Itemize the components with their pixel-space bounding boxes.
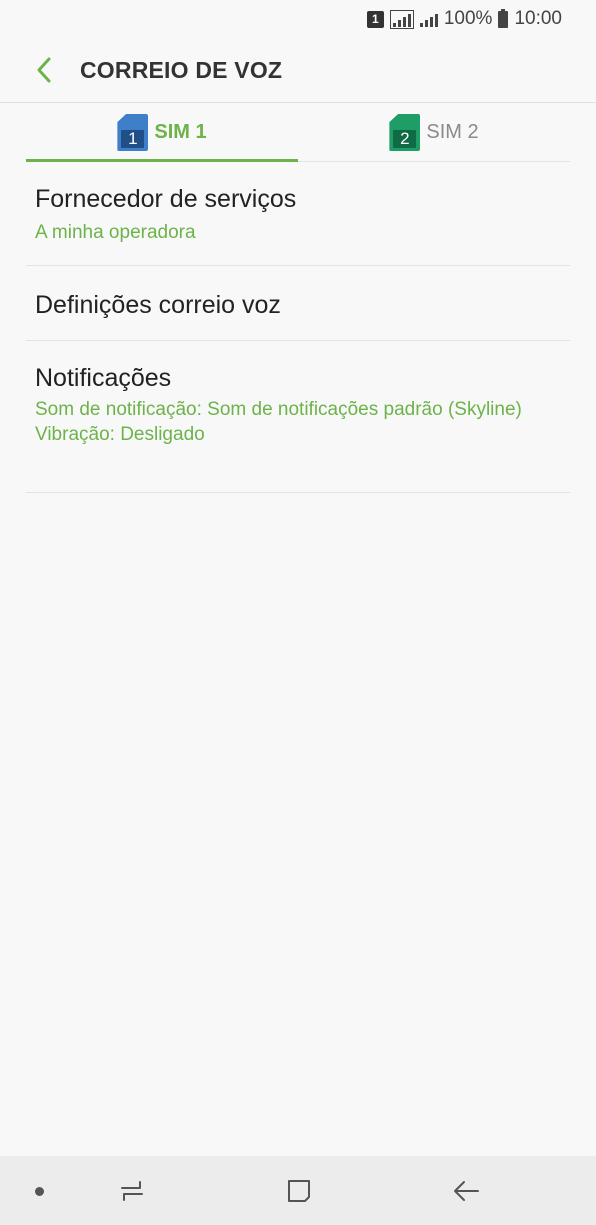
tab-sim-2[interactable]: 2 SIM 2 (298, 104, 570, 161)
list-item-voicemail-settings[interactable]: Definições correio voz (26, 266, 570, 341)
status-bar: 1 100% 10:00 (0, 0, 596, 38)
sim-1-icon: 1 (366, 10, 384, 28)
signal-sim1-icon (389, 9, 414, 29)
tab-label: SIM 1 (154, 121, 207, 143)
dot-indicator-icon[interactable] (35, 1187, 44, 1196)
home-icon (288, 1180, 310, 1202)
clock: 10:00 (514, 8, 562, 29)
sim-card-icon: 2 (389, 114, 421, 151)
list-item-title: Fornecedor de serviços (35, 185, 297, 213)
tab-label: SIM 2 (426, 121, 479, 143)
battery-percent: 100% (443, 8, 493, 29)
back-arrow-icon (454, 1181, 479, 1201)
back-button[interactable] (30, 56, 58, 84)
list-item-notifications[interactable]: Notificações Som de notificação: Som de … (26, 341, 570, 493)
list-item-title: Definições correio voz (35, 291, 281, 319)
chevron-left-icon (37, 57, 51, 83)
list-item-subtitle: Vibração: Desligado (35, 424, 205, 445)
tab-sim-1[interactable]: 1 SIM 1 (26, 104, 298, 162)
list-item-service-provider[interactable]: Fornecedor de serviços A minha operadora (26, 162, 570, 266)
back-nav-button[interactable] (451, 1176, 481, 1206)
page-title: CORREIO DE VOZ (80, 56, 283, 83)
signal-sim2-icon (419, 11, 438, 27)
navigation-bar (0, 1156, 596, 1225)
list-item-subtitle: Som de notificação: Som de notificações … (35, 399, 522, 420)
list-item-subtitle: A minha operadora (35, 222, 196, 243)
battery-icon (498, 8, 509, 28)
recent-apps-icon (121, 1181, 143, 1201)
settings-list: Fornecedor de serviços A minha operadora… (26, 162, 570, 493)
list-item-title: Notificações (35, 364, 172, 392)
app-bar: CORREIO DE VOZ (0, 38, 596, 103)
home-button[interactable] (284, 1176, 314, 1206)
sim-card-icon: 1 (117, 114, 149, 151)
recent-apps-button[interactable] (117, 1176, 147, 1206)
sim-tabs: 1 SIM 1 2 SIM 2 (26, 104, 570, 162)
